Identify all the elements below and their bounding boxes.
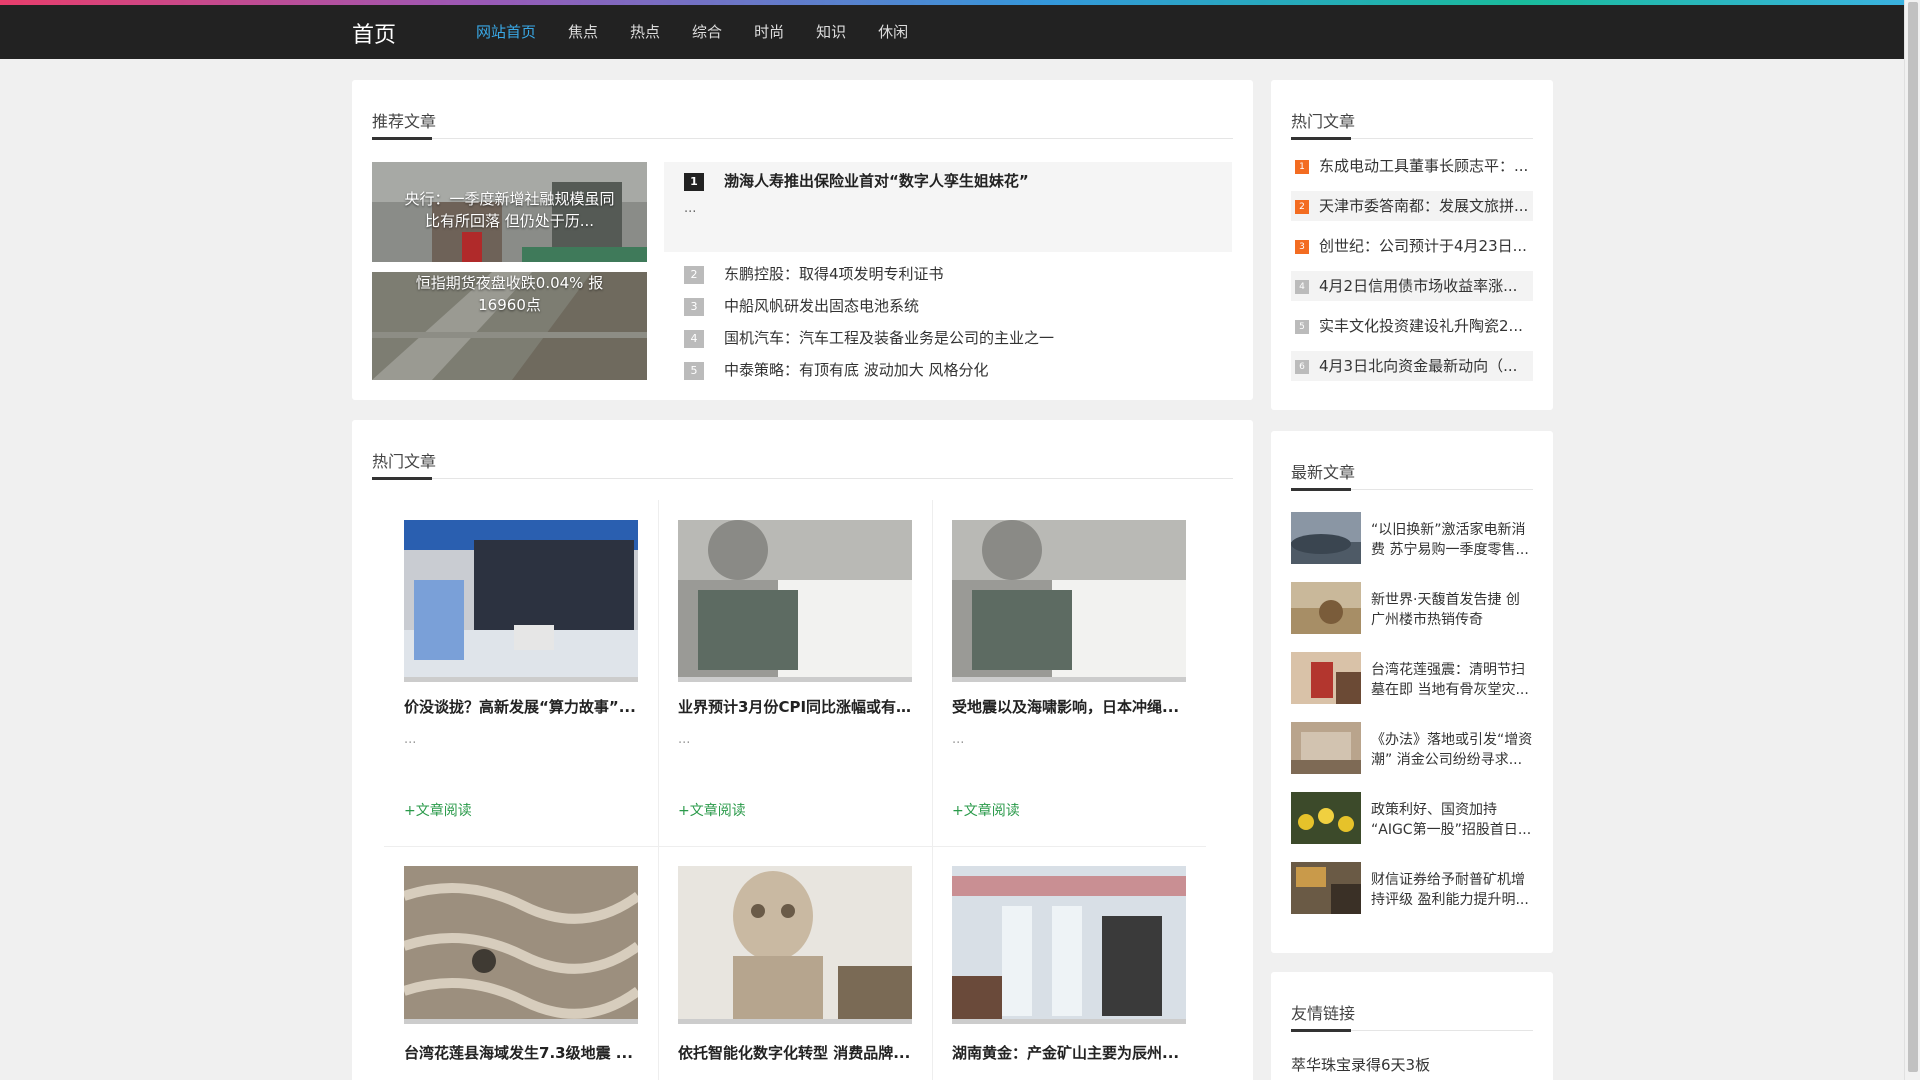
- latest-item[interactable]: 台湾花莲强震：清明节扫墓在即 当地有骨灰堂灾...: [1291, 652, 1533, 704]
- hot-article-card[interactable]: 受地震以及海啸影响，日本冲绳... ... +文章阅读: [932, 500, 1206, 846]
- hot-article-title[interactable]: 受地震以及海啸影响，日本冲绳...: [952, 696, 1186, 717]
- hot-article-title[interactable]: 湖南黄金：产金矿山主要为辰州...: [952, 1042, 1186, 1063]
- site-logo[interactable]: 首页: [352, 17, 396, 49]
- rank-badge: 6: [1295, 359, 1309, 374]
- hot-article-desc: ...: [404, 732, 417, 747]
- friend-link[interactable]: 萃华珠宝录得6天3板: [1291, 1054, 1430, 1075]
- hot-article-desc: ...: [678, 732, 691, 747]
- sidebar-hot-item[interactable]: 5 实丰文化投资建设礼升陶瓷2...: [1291, 311, 1533, 341]
- hot-article-card[interactable]: 台湾花莲县海域发生7.3级地震 ...: [384, 846, 658, 1080]
- recommend-card: 推荐文章 央行：一季度新增社融规模虽同比有所回落 但仍处于历... 恒指期货夜盘…: [352, 80, 1253, 400]
- nav-knowledge[interactable]: 知识: [800, 5, 862, 59]
- recommend-item-5[interactable]: 5 中泰策略：有顶有底 波动加大 风格分化: [664, 354, 1232, 386]
- hot-article-image[interactable]: [952, 866, 1186, 1024]
- hot-title: 热门文章: [372, 452, 437, 471]
- latest-item[interactable]: 《办法》落地或引发“增资潮” 消金公司纷纷寻求...: [1291, 722, 1533, 774]
- hot-article-card[interactable]: 湖南黄金：产金矿山主要为辰州...: [932, 846, 1206, 1080]
- hot-article-card[interactable]: 业界预计3月份CPI同比涨幅或有... ... +文章阅读: [658, 500, 932, 846]
- latest-item[interactable]: 财信证券给予耐普矿机增持评级 盈利能力提升明...: [1291, 862, 1533, 914]
- recommend-list: 1 渤海人寿推出保险业首对“数字人孪生姐妹花” ... 2 东鹏控股：取得4项发明专…: [664, 162, 1232, 386]
- sidebar-hot-item[interactable]: 1 东成电动工具董事长顾志平：...: [1291, 151, 1533, 181]
- rank-badge: 1: [1295, 159, 1309, 174]
- scrollbar-thumb[interactable]: [1908, 2, 1918, 1072]
- hot-article-image[interactable]: [678, 520, 912, 682]
- latest-thumb: [1291, 512, 1361, 564]
- hot-article-image[interactable]: [404, 520, 638, 682]
- latest-thumb: [1291, 722, 1361, 774]
- rank-badge: 2: [1295, 199, 1309, 214]
- hot-article-desc: ...: [952, 732, 965, 747]
- latest-item[interactable]: 政策利好、国资加持 “AIGC第一股”招股首日...: [1291, 792, 1533, 844]
- hot-article-title[interactable]: 业界预计3月份CPI同比涨幅或有...: [678, 696, 912, 717]
- recommend-image-1[interactable]: 央行：一季度新增社融规模虽同比有所回落 但仍处于历...: [372, 162, 647, 262]
- hot-article-image[interactable]: [678, 866, 912, 1024]
- rank-badge: 3: [1295, 239, 1309, 254]
- rank-badge: 3: [684, 297, 704, 316]
- hot-article-image[interactable]: [952, 520, 1186, 682]
- hot-article-card[interactable]: 价没谈拢？高新发展“算力故事”... ... +文章阅读: [384, 500, 658, 846]
- hot-article-title[interactable]: 依托智能化数字化转型 消费品牌...: [678, 1042, 912, 1063]
- recommend-title: 推荐文章: [372, 112, 437, 131]
- read-more-link[interactable]: +文章阅读: [678, 800, 746, 820]
- sidebar-hot-item[interactable]: 3 创世纪：公司预计于4月23日...: [1291, 231, 1533, 261]
- sidebar-hot-item[interactable]: 6 4月3日北向资金最新动向（...: [1291, 351, 1533, 381]
- hot-article-image[interactable]: [404, 866, 638, 1024]
- rank-badge: 4: [1295, 279, 1309, 294]
- latest-item[interactable]: 新世界·天馥首发告捷 创广州楼市热销传奇: [1291, 582, 1533, 634]
- rank-badge: 2: [684, 265, 704, 284]
- sidebar-latest-card: 最新文章 “以旧换新”激活家电新消费 苏宁易购一季度零售... 新世界·天馥首发…: [1271, 431, 1553, 953]
- recommend-item-1[interactable]: 1 渤海人寿推出保险业首对“数字人孪生姐妹花” ...: [664, 162, 1232, 252]
- recommend-image-2-caption: 恒指期货夜盘收跌0.04% 报16960点: [415, 274, 604, 314]
- recommend-image-1-caption: 央行：一季度新增社融规模虽同比有所回落 但仍处于历...: [404, 190, 615, 230]
- sidebar-links-title: 友情链接: [1291, 1004, 1356, 1023]
- recommend-image-2[interactable]: 恒指期货夜盘收跌0.04% 报16960点: [372, 272, 647, 380]
- recommend-item-desc: ...: [684, 201, 697, 216]
- latest-item[interactable]: “以旧换新”激活家电新消费 苏宁易购一季度零售...: [1291, 512, 1533, 564]
- sidebar-latest-title: 最新文章: [1291, 463, 1356, 482]
- rank-badge: 4: [684, 329, 704, 348]
- latest-thumb: [1291, 792, 1361, 844]
- latest-thumb: [1291, 582, 1361, 634]
- hot-article-card[interactable]: 依托智能化数字化转型 消费品牌...: [658, 846, 932, 1080]
- hot-card: 热门文章 价没谈拢？高新发展“算力故事”... ... +文章阅读 业界预计3月…: [352, 420, 1253, 1080]
- recommend-item-2[interactable]: 2 东鹏控股：取得4项发明专利证书: [664, 258, 1232, 290]
- site-header: 首页 网站首页 焦点 热点 综合 时尚 知识 休闲: [0, 5, 1904, 59]
- hot-article-title[interactable]: 台湾花莲县海域发生7.3级地震 ...: [404, 1042, 638, 1063]
- nav-leisure[interactable]: 休闲: [862, 5, 924, 59]
- nav-focus[interactable]: 焦点: [552, 5, 614, 59]
- recommend-item-title: 渤海人寿推出保险业首对“数字人孪生姐妹花”: [724, 172, 1029, 190]
- recommend-item-4[interactable]: 4 国机汽车：汽车工程及装备业务是公司的主业之一: [664, 322, 1232, 354]
- read-more-link[interactable]: +文章阅读: [404, 800, 472, 820]
- sidebar-hot-title: 热门文章: [1291, 112, 1356, 131]
- rank-badge: 1: [684, 172, 704, 191]
- nav-home[interactable]: 网站首页: [460, 5, 552, 59]
- sidebar-links-card: 友情链接 萃华珠宝录得6天3板: [1271, 972, 1553, 1080]
- page-scrollbar[interactable]: [1904, 0, 1920, 1080]
- nav-hotspot[interactable]: 热点: [614, 5, 676, 59]
- latest-thumb: [1291, 652, 1361, 704]
- recommend-item-3[interactable]: 3 中船风帆研发出固态电池系统: [664, 290, 1232, 322]
- sidebar-hot-card: 热门文章 1 东成电动工具董事长顾志平：... 2 天津市委答南都：发展文旅拼...…: [1271, 80, 1553, 410]
- hot-article-title[interactable]: 价没谈拢？高新发展“算力故事”...: [404, 696, 638, 717]
- nav-general[interactable]: 综合: [676, 5, 738, 59]
- main-nav: 网站首页 焦点 热点 综合 时尚 知识 休闲: [460, 5, 924, 59]
- latest-thumb: [1291, 862, 1361, 914]
- read-more-link[interactable]: +文章阅读: [952, 800, 1020, 820]
- sidebar-hot-item[interactable]: 4 4月2日信用债市场收益率涨...: [1291, 271, 1533, 301]
- nav-fashion[interactable]: 时尚: [738, 5, 800, 59]
- rank-badge: 5: [1295, 319, 1309, 334]
- sidebar-hot-item[interactable]: 2 天津市委答南都：发展文旅拼...: [1291, 191, 1533, 221]
- rank-badge: 5: [684, 361, 704, 380]
